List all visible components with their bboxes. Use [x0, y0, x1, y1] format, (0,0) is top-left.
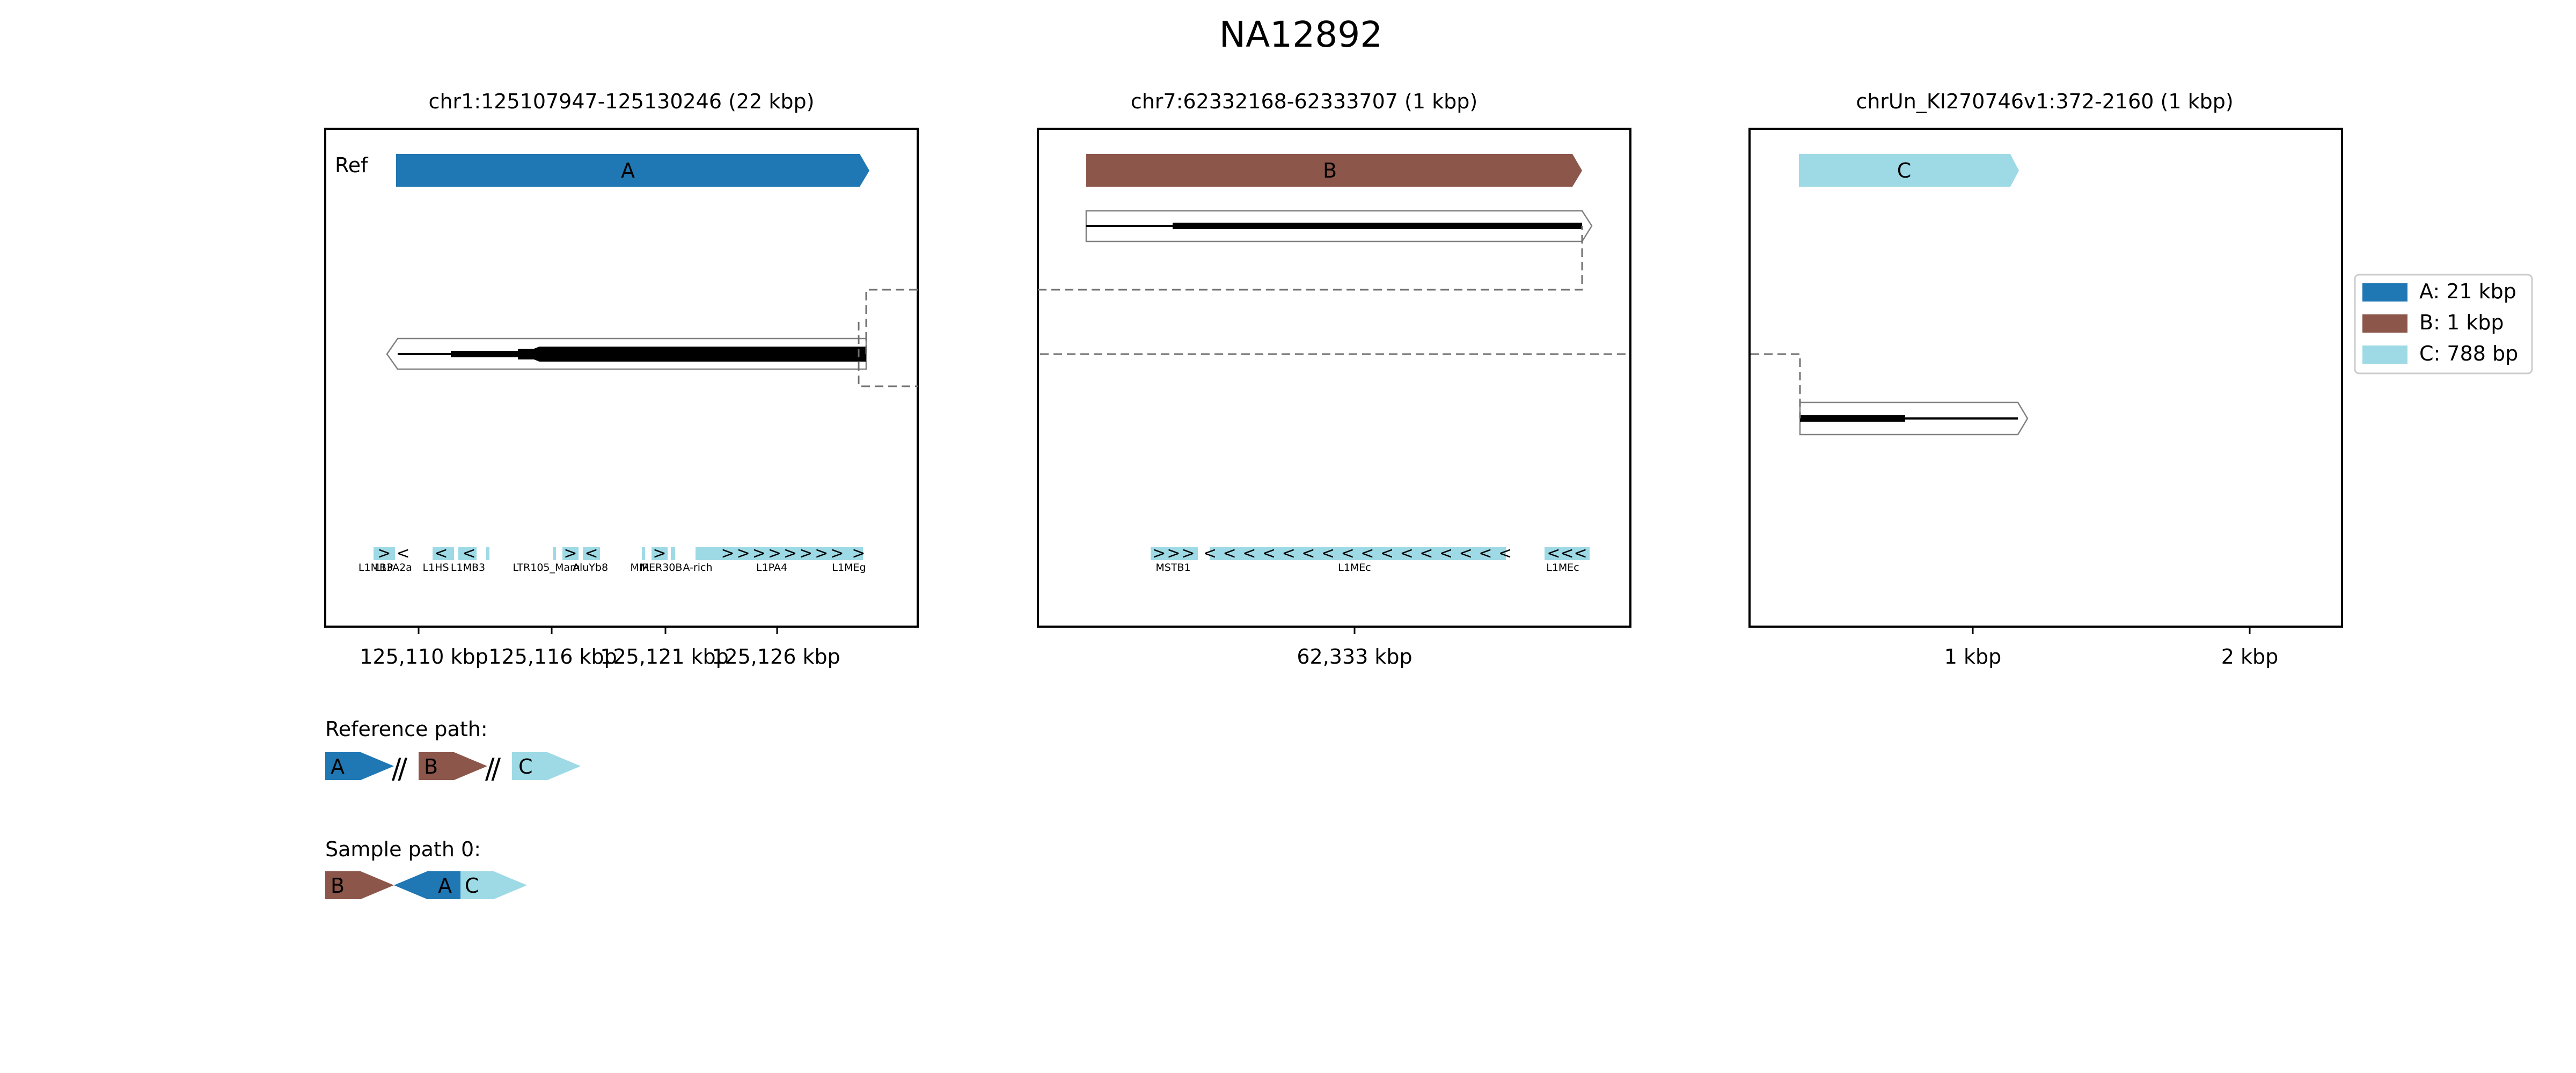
sample-path-segment-c-label: C [465, 874, 479, 898]
ref-segment-c-label: C [1897, 159, 1912, 182]
repeat-name: L1HS [422, 562, 449, 574]
sample-path-title: Sample path 0: [325, 837, 481, 861]
repeat-name: MER30B [640, 562, 683, 574]
panel-1-header: chr1:125107947-125130246 (22 kbp) [429, 90, 815, 113]
repeat-name: L1MEc [1546, 562, 1579, 574]
repeat-strand: > [852, 544, 865, 563]
panel-2-connectors [1038, 226, 1630, 355]
repeat-name: AluYb8 [573, 562, 608, 574]
panel-3-frame [1748, 128, 2343, 628]
legend-swatch-a [2362, 283, 2407, 302]
repeat-name: LTR105_Mam [513, 562, 580, 574]
reference-path: Reference path: A // B // C [325, 717, 581, 785]
repeat-name: L1PA4 [756, 562, 787, 574]
repeat-strand: < [396, 544, 409, 563]
panel-2: chr7:62332168-62333707 (1 kbp) B >>> < <… [1037, 90, 1631, 668]
tick-label: 125,116 kbp [488, 645, 617, 668]
panel-1-x-axis: 125,110 kbp 125,116 kbp 125,121 kbp 125,… [360, 627, 840, 668]
path-separator: // [485, 753, 501, 785]
repeat-name: MSTB1 [1155, 562, 1190, 574]
repeat-name: L1PA2a [375, 562, 412, 574]
ref-segment-a-label: A [621, 159, 635, 182]
repeat-strand: > [564, 544, 577, 563]
legend-label-b: B: 1 kbp [2419, 311, 2504, 334]
tick-label: 62,333 kbp [1297, 645, 1412, 668]
figure-title: NA12892 [1219, 14, 1382, 55]
repeat-track-2: >>> < < < < < < < < < < < < < < < < <<< … [1151, 544, 1590, 574]
legend-label-a: A: 21 kbp [2419, 280, 2516, 303]
repeat-strand: < < < < < < < < < < < < < < < < [1203, 544, 1512, 563]
legend-swatch-b [2362, 314, 2407, 333]
ref-segment-b-label: B [1323, 159, 1337, 182]
tick-label: 125,126 kbp [712, 645, 840, 668]
tick-label: 125,110 kbp [360, 645, 488, 668]
panel-2-x-axis: 62,333 kbp [1297, 627, 1413, 668]
repeat-strand: > [377, 544, 391, 563]
sample-path-segment-b-label: B [331, 874, 345, 898]
panel-3-x-axis: 1 kbp 2 kbp [1944, 627, 2279, 668]
ref-path-segment-a-label: A [331, 755, 345, 778]
panel-2-header: chr7:62332168-62333707 (1 kbp) [1131, 90, 1477, 113]
genome-alignment-figure: NA12892 chr1:125107947-125130246 (22 kbp… [324, 14, 2533, 899]
panel-3-connectors [1751, 353, 1801, 418]
read-b-coverage [1086, 223, 1582, 229]
repeat-strand: < [462, 544, 475, 563]
tick-label: 1 kbp [1944, 645, 2002, 668]
read-a-coverage [398, 347, 866, 362]
ref-path-segment-c-label: C [518, 755, 533, 778]
repeat-track-1: > < < < > < > >>>>>>>> > L1MB3 L1PA2a L1… [358, 544, 866, 574]
repeat-strand: <<< [1547, 544, 1587, 563]
legend: A: 21 kbp B: 1 kbp C: 788 bp [2354, 274, 2533, 374]
panel-3-header: chrUn_KI270746v1:372-2160 (1 kbp) [1856, 90, 2233, 113]
path-separator: // [392, 753, 408, 785]
ref-path-segment-b-label: B [424, 755, 438, 778]
panel-1: chr1:125107947-125130246 (22 kbp) Ref A … [324, 90, 919, 668]
repeat-strand: >>> [1152, 544, 1196, 563]
repeat-strand: > [653, 544, 666, 563]
ref-label: Ref [335, 153, 369, 177]
legend-swatch-c [2362, 346, 2407, 364]
repeat-name: L1MEg [832, 562, 866, 574]
panel-3: chrUn_KI270746v1:372-2160 (1 kbp) C 1 kb… [1748, 90, 2343, 668]
legend-label-c: C: 788 bp [2419, 342, 2518, 365]
repeat-strand: >>>>>>>> [721, 544, 846, 563]
reference-path-title: Reference path: [325, 717, 488, 741]
tick-label: 125,121 kbp [600, 645, 728, 668]
repeat-name: A-rich [683, 562, 712, 574]
sample-path-segment-a-label: A [438, 874, 452, 898]
panel-1-connectors [858, 289, 918, 387]
repeat-name: L1MEc [1338, 562, 1371, 574]
repeat-strand: < [584, 544, 598, 563]
read-c-coverage [1800, 415, 2018, 422]
repeat-strand: < [434, 544, 448, 563]
sample-path: Sample path 0: B A C [325, 837, 527, 899]
repeat-name: L1MB3 [451, 562, 485, 574]
tick-label: 2 kbp [2221, 645, 2279, 668]
